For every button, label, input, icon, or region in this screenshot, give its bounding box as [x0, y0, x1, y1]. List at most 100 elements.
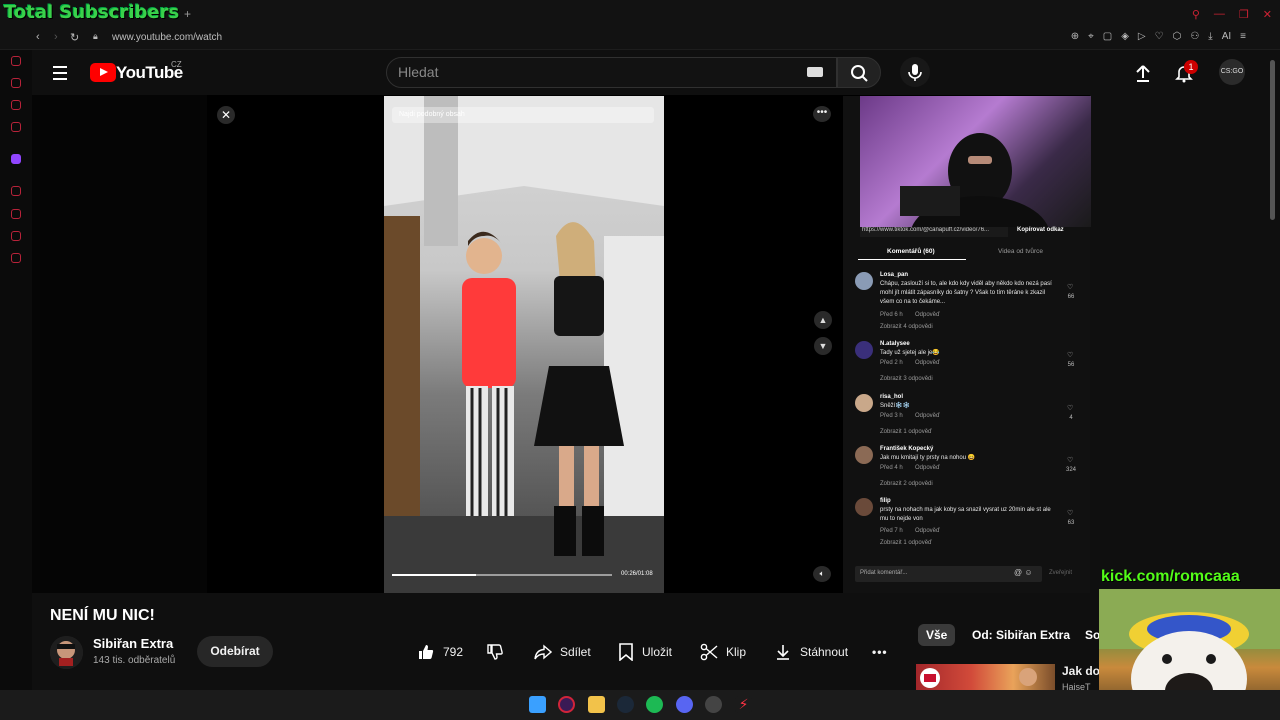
subscriber-count: 143 tis. odběratelů — [93, 655, 176, 666]
sidebar-twitch-icon[interactable] — [11, 154, 21, 164]
comment-item: risa_hol Sněží❄️❄️ Před 3 h Odpověď Zobr… — [855, 394, 1087, 444]
show-replies-button[interactable]: Zobrazit 1 odpověď — [880, 429, 932, 435]
comment-user[interactable]: N.atalysee — [880, 341, 910, 347]
more-options-button[interactable]: ••• — [813, 106, 831, 122]
heart-icon[interactable]: ♡ — [1067, 404, 1073, 412]
download-icon[interactable]: ⤓ — [1208, 31, 1212, 42]
dislike-button[interactable] — [486, 643, 504, 661]
avatar[interactable] — [855, 341, 873, 359]
show-replies-button[interactable]: Zobrazit 4 odpovědi — [880, 324, 933, 330]
zoom-icon[interactable]: ⊕ — [1071, 31, 1079, 42]
channel-avatar[interactable] — [50, 636, 83, 669]
download-button[interactable]: Stáhnout — [774, 643, 848, 661]
sidebar-player-icon[interactable] — [11, 186, 21, 196]
more-actions-button[interactable]: ••• — [872, 643, 888, 661]
search-tabs-icon[interactable]: ⚲ — [1192, 8, 1200, 21]
reply-button[interactable]: Odpověď — [915, 413, 940, 419]
file-explorer-icon[interactable] — [588, 696, 605, 713]
forward-icon[interactable]: › — [54, 31, 58, 43]
comment-text: Tady už sjetej ale je😂 — [880, 350, 940, 356]
search-input[interactable] — [386, 57, 837, 88]
copy-link-button[interactable]: Kopírovat odkaz — [1017, 227, 1064, 233]
like-button[interactable]: 792 — [417, 643, 463, 661]
video-link[interactable]: https://www.tiktok.com/@canapuff.cz/vide… — [860, 227, 1008, 237]
minimize-icon[interactable]: — — [1214, 8, 1225, 21]
extensions-icon[interactable]: ⬡ — [1173, 31, 1182, 42]
bolt-app-icon[interactable]: ⚡︎ — [735, 696, 752, 713]
close-window-icon[interactable]: ✕ — [1263, 8, 1272, 21]
avatar[interactable] — [855, 272, 873, 290]
show-replies-button[interactable]: Zobrazit 3 odpovědi — [880, 376, 933, 382]
profile-icon[interactable]: ⚇ — [1190, 31, 1199, 42]
sidebar-chat-icon[interactable] — [11, 100, 21, 110]
shield-icon[interactable]: ◈ — [1121, 31, 1129, 42]
video-frame[interactable] — [384, 96, 664, 593]
sidebar-settings-icon[interactable] — [11, 253, 21, 263]
comment-user[interactable]: filip — [880, 498, 891, 504]
subscribe-button[interactable]: Odebírat — [197, 636, 273, 667]
sidebar-history-icon[interactable] — [11, 56, 21, 66]
avatar[interactable] — [855, 446, 873, 464]
youtube-logo-icon[interactable] — [90, 63, 116, 82]
volume-button[interactable]: 🔈︎ — [813, 566, 831, 582]
create-button[interactable] — [1133, 63, 1153, 88]
menu-icon[interactable] — [53, 66, 67, 84]
save-button[interactable]: Uložit — [618, 643, 672, 661]
app-icon[interactable] — [705, 696, 722, 713]
reply-button[interactable]: Odpověď — [915, 312, 940, 318]
play-icon[interactable]: ▷ — [1138, 31, 1146, 42]
next-video-button[interactable]: ▼ — [814, 337, 832, 355]
start-icon[interactable] — [529, 696, 546, 713]
heart-icon[interactable]: ♡ — [1067, 351, 1073, 359]
opera-gx-icon[interactable] — [558, 696, 575, 713]
avatar[interactable] — [855, 498, 873, 516]
post-comment-button[interactable]: Zveřejnit — [1049, 570, 1072, 576]
comment-user[interactable]: František Kopecký — [880, 446, 933, 452]
keyboard-icon[interactable] — [807, 67, 823, 77]
tab-creator-videos[interactable]: Videa od tvůrce — [998, 248, 1043, 255]
heart-icon[interactable]: ♡ — [1155, 31, 1164, 42]
url-field[interactable]: www.youtube.com/watch — [112, 32, 222, 43]
clip-button[interactable]: Klip — [700, 643, 746, 661]
close-player-button[interactable]: ✕ — [217, 106, 235, 124]
voice-search-button[interactable] — [900, 57, 930, 87]
reload-icon[interactable]: ↻ — [70, 31, 79, 44]
chip-all[interactable]: Vše — [918, 624, 956, 646]
snapshot-icon[interactable]: ▢ — [1103, 31, 1112, 42]
reply-button[interactable]: Odpověď — [915, 465, 940, 471]
sidebar-history2-icon[interactable] — [11, 231, 21, 241]
maximize-icon[interactable]: ❐ — [1239, 8, 1249, 21]
spotify-icon[interactable] — [646, 696, 663, 713]
heart-icon[interactable]: ♡ — [1067, 456, 1073, 464]
show-replies-button[interactable]: Zobrazit 1 odpověď — [880, 540, 932, 546]
comment-user[interactable]: risa_hol — [880, 394, 903, 400]
mention-emoji-icons[interactable]: @ ☺ — [1014, 568, 1033, 577]
reply-button[interactable]: Odpověď — [915, 528, 940, 534]
channel-name[interactable]: Sibiřan Extra — [93, 636, 173, 651]
streamer-webcam — [860, 96, 1091, 227]
previous-video-button[interactable]: ▲ — [814, 311, 832, 329]
scrollbar[interactable] — [1270, 60, 1275, 220]
related-video-thumbnail[interactable] — [916, 664, 1055, 690]
sidebar-messenger-icon[interactable] — [11, 122, 21, 132]
chip-from-channel[interactable]: Od: Sibiřan Extra — [964, 624, 1078, 646]
sidebar-clock-icon[interactable] — [11, 209, 21, 219]
search-button[interactable] — [837, 57, 881, 88]
discord-icon[interactable] — [676, 696, 693, 713]
account-avatar[interactable]: CS:GO — [1219, 59, 1245, 85]
reply-button[interactable]: Odpověď — [915, 360, 940, 366]
sidebar-bag-icon[interactable] — [11, 78, 21, 88]
steam-icon[interactable] — [617, 696, 634, 713]
back-icon[interactable]: ‹ — [36, 31, 40, 43]
pin-icon[interactable]: ⌖ — [1088, 31, 1094, 42]
heart-icon[interactable]: ♡ — [1067, 283, 1073, 291]
menu-icon[interactable]: ≡ — [1240, 31, 1246, 42]
share-button[interactable]: Sdílet — [534, 643, 591, 661]
show-replies-button[interactable]: Zobrazit 2 odpovědi — [880, 481, 933, 487]
ai-icon[interactable]: AI — [1222, 31, 1231, 42]
heart-icon[interactable]: ♡ — [1067, 509, 1073, 517]
comment-user[interactable]: Losa_pan — [880, 272, 908, 278]
avatar[interactable] — [855, 394, 873, 412]
tab-comments[interactable]: Komentářů (60) — [887, 248, 935, 255]
new-tab-icon[interactable]: + — [184, 7, 191, 21]
